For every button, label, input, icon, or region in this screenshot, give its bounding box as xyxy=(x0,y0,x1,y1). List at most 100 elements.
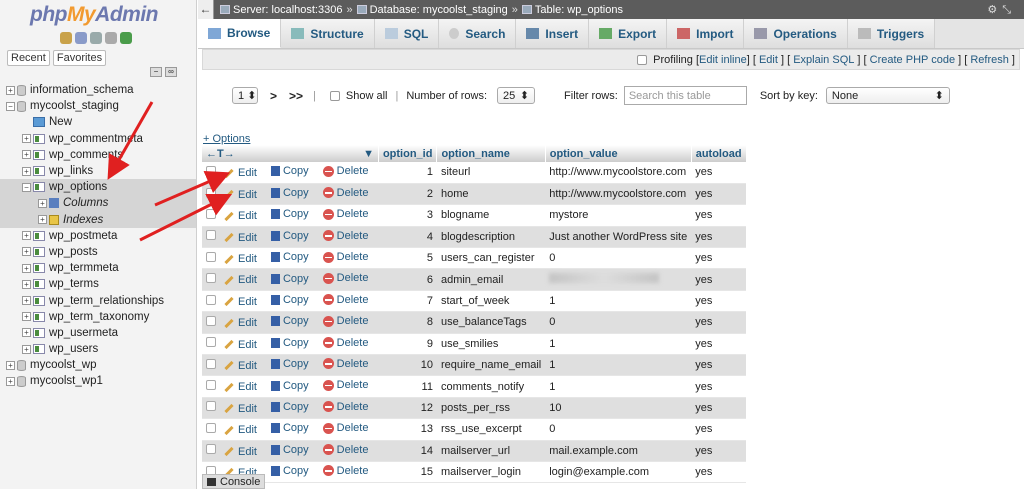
expand-icon[interactable]: + xyxy=(22,231,31,241)
tab-structure[interactable]: Structure xyxy=(281,19,375,48)
delete-row-button[interactable]: Delete xyxy=(322,379,368,391)
link-icon[interactable]: ∞ xyxy=(165,67,177,77)
tab-export[interactable]: Export xyxy=(589,19,668,48)
number-of-rows-select[interactable]: 25 ⬍ xyxy=(497,87,536,104)
row-checkbox[interactable] xyxy=(206,273,216,284)
copy-row-button[interactable]: Copy xyxy=(270,380,309,392)
row-checkbox[interactable] xyxy=(206,380,216,391)
copy-row-button[interactable]: Copy xyxy=(270,251,309,263)
tree-item-indexes[interactable]: + Indexes xyxy=(0,211,196,228)
row-checkbox[interactable] xyxy=(206,358,216,369)
copy-row-button[interactable]: Copy xyxy=(270,230,309,242)
expand-icon[interactable]: + xyxy=(6,360,15,370)
edit-row-button[interactable]: Edit xyxy=(224,253,257,265)
tab-import[interactable]: Import xyxy=(667,19,745,48)
row-checkbox[interactable] xyxy=(206,208,216,219)
filter-rows-input[interactable]: Search this table xyxy=(623,86,747,105)
home-icon[interactable] xyxy=(60,32,72,44)
delete-row-button[interactable]: Delete xyxy=(322,294,368,306)
tab-search[interactable]: Search xyxy=(439,19,517,48)
options-toggle-link[interactable]: + Options xyxy=(203,133,250,145)
expand-icon[interactable]: + xyxy=(22,263,31,273)
tree-item-information-schema[interactable]: + information_schema xyxy=(0,82,196,98)
expand-icon[interactable]: + xyxy=(22,312,31,322)
tab-operations[interactable]: Operations xyxy=(744,19,848,48)
profiling-checkbox[interactable] xyxy=(637,54,648,65)
last-page-button[interactable]: >> xyxy=(289,89,303,103)
sort-caret-icon[interactable]: ▼ xyxy=(363,148,374,160)
expand-icon[interactable]: + xyxy=(22,166,31,176)
tree-item-wp-terms[interactable]: + wp_terms xyxy=(0,276,196,292)
edit-row-button[interactable]: Edit xyxy=(224,232,257,244)
delete-row-button[interactable]: Delete xyxy=(322,358,368,370)
edit-row-button[interactable]: Edit xyxy=(224,424,257,436)
delete-row-button[interactable]: Delete xyxy=(322,401,368,413)
breadcrumb-server[interactable]: Server: localhost:3306 xyxy=(220,4,342,16)
gear-icon[interactable] xyxy=(105,32,117,44)
help-icon[interactable] xyxy=(90,32,102,44)
tree-item-new[interactable]: New xyxy=(0,114,196,130)
copy-row-button[interactable]: Copy xyxy=(270,315,309,327)
expand-icon[interactable]: + xyxy=(22,328,31,338)
tree-item-wp-links[interactable]: + wp_links xyxy=(0,163,196,179)
expand-icon[interactable]: + xyxy=(6,376,15,386)
edit-row-button[interactable]: Edit xyxy=(224,446,257,458)
expand-icon[interactable]: + xyxy=(22,296,31,306)
column-header-autoload[interactable]: autoload xyxy=(691,145,747,162)
edit-row-button[interactable]: Edit xyxy=(224,360,257,372)
expand-icon[interactable]: + xyxy=(22,247,31,257)
edit-row-button[interactable]: Edit xyxy=(224,189,257,201)
copy-row-button[interactable]: Copy xyxy=(270,273,309,285)
delete-row-button[interactable]: Delete xyxy=(322,444,368,456)
expand-icon[interactable]: + xyxy=(22,150,31,160)
expand-icon[interactable]: + xyxy=(38,215,47,225)
delete-row-button[interactable]: Delete xyxy=(322,208,368,220)
delete-row-button[interactable]: Delete xyxy=(322,337,368,349)
page-select[interactable]: 1 ⬍ xyxy=(232,87,258,104)
tree-item-mycoolst-staging[interactable]: − mycoolst_staging xyxy=(0,98,196,114)
delete-row-button[interactable]: Delete xyxy=(322,422,368,434)
tab-insert[interactable]: Insert xyxy=(516,19,590,48)
expand-icon[interactable]: + xyxy=(22,344,31,354)
expand-icon[interactable]: + xyxy=(6,85,15,95)
copy-row-button[interactable]: Copy xyxy=(270,465,309,477)
delete-row-button[interactable]: Delete xyxy=(322,165,368,177)
copy-row-button[interactable]: Copy xyxy=(270,422,309,434)
next-page-button[interactable]: > xyxy=(270,89,277,103)
row-checkbox[interactable] xyxy=(206,187,216,198)
copy-row-button[interactable]: Copy xyxy=(270,401,309,413)
edit-row-button[interactable]: Edit xyxy=(224,274,257,286)
edit-row-button[interactable]: Edit xyxy=(224,403,257,415)
sort-by-key-select[interactable]: None ⬍ xyxy=(825,87,950,104)
recent-tab[interactable]: Recent xyxy=(7,50,50,66)
expand-icon[interactable]: + xyxy=(22,134,31,144)
console-toggle[interactable]: Console xyxy=(202,474,266,489)
phpmyadmin-logo[interactable]: phpMyAdmin xyxy=(30,3,158,27)
collapse-all-icon[interactable]: − xyxy=(150,67,162,77)
tree-item-wp-term-relationships[interactable]: + wp_term_relationships xyxy=(0,292,196,308)
row-checkbox[interactable] xyxy=(206,315,216,326)
copy-row-button[interactable]: Copy xyxy=(270,187,309,199)
tree-item-wp-commentmeta[interactable]: + wp_commentmeta xyxy=(0,131,196,147)
tree-item-wp-posts[interactable]: + wp_posts xyxy=(0,244,196,260)
column-arrows-icon[interactable]: ←T→ xyxy=(206,148,235,160)
collapse-icon[interactable]: − xyxy=(6,101,15,111)
tab-browse[interactable]: Browse xyxy=(198,19,282,48)
collapse-icon[interactable]: ⤡ xyxy=(1002,4,1016,16)
column-expand-header[interactable]: ←T→ ▼ xyxy=(202,145,379,162)
collapse-icon[interactable]: − xyxy=(22,182,31,192)
expand-icon[interactable]: + xyxy=(22,279,31,289)
tree-item-wp-postmeta[interactable]: + wp_postmeta xyxy=(0,228,196,244)
explain-sql-link[interactable]: Explain SQL xyxy=(793,54,854,66)
copy-row-button[interactable]: Copy xyxy=(270,208,309,220)
expand-icon[interactable]: + xyxy=(38,198,47,208)
row-checkbox[interactable] xyxy=(206,401,216,412)
tree-item-wp-users[interactable]: + wp_users xyxy=(0,341,196,357)
show-all-checkbox[interactable] xyxy=(329,90,340,101)
copy-row-button[interactable]: Copy xyxy=(270,444,309,456)
delete-row-button[interactable]: Delete xyxy=(322,272,368,284)
tree-item-wp-usermeta[interactable]: + wp_usermeta xyxy=(0,325,196,341)
tree-item-mycoolst-wp1[interactable]: + mycoolst_wp1 xyxy=(0,373,196,389)
tab-triggers[interactable]: Triggers xyxy=(847,19,936,48)
tree-item-wp-options[interactable]: − wp_options xyxy=(0,179,196,196)
